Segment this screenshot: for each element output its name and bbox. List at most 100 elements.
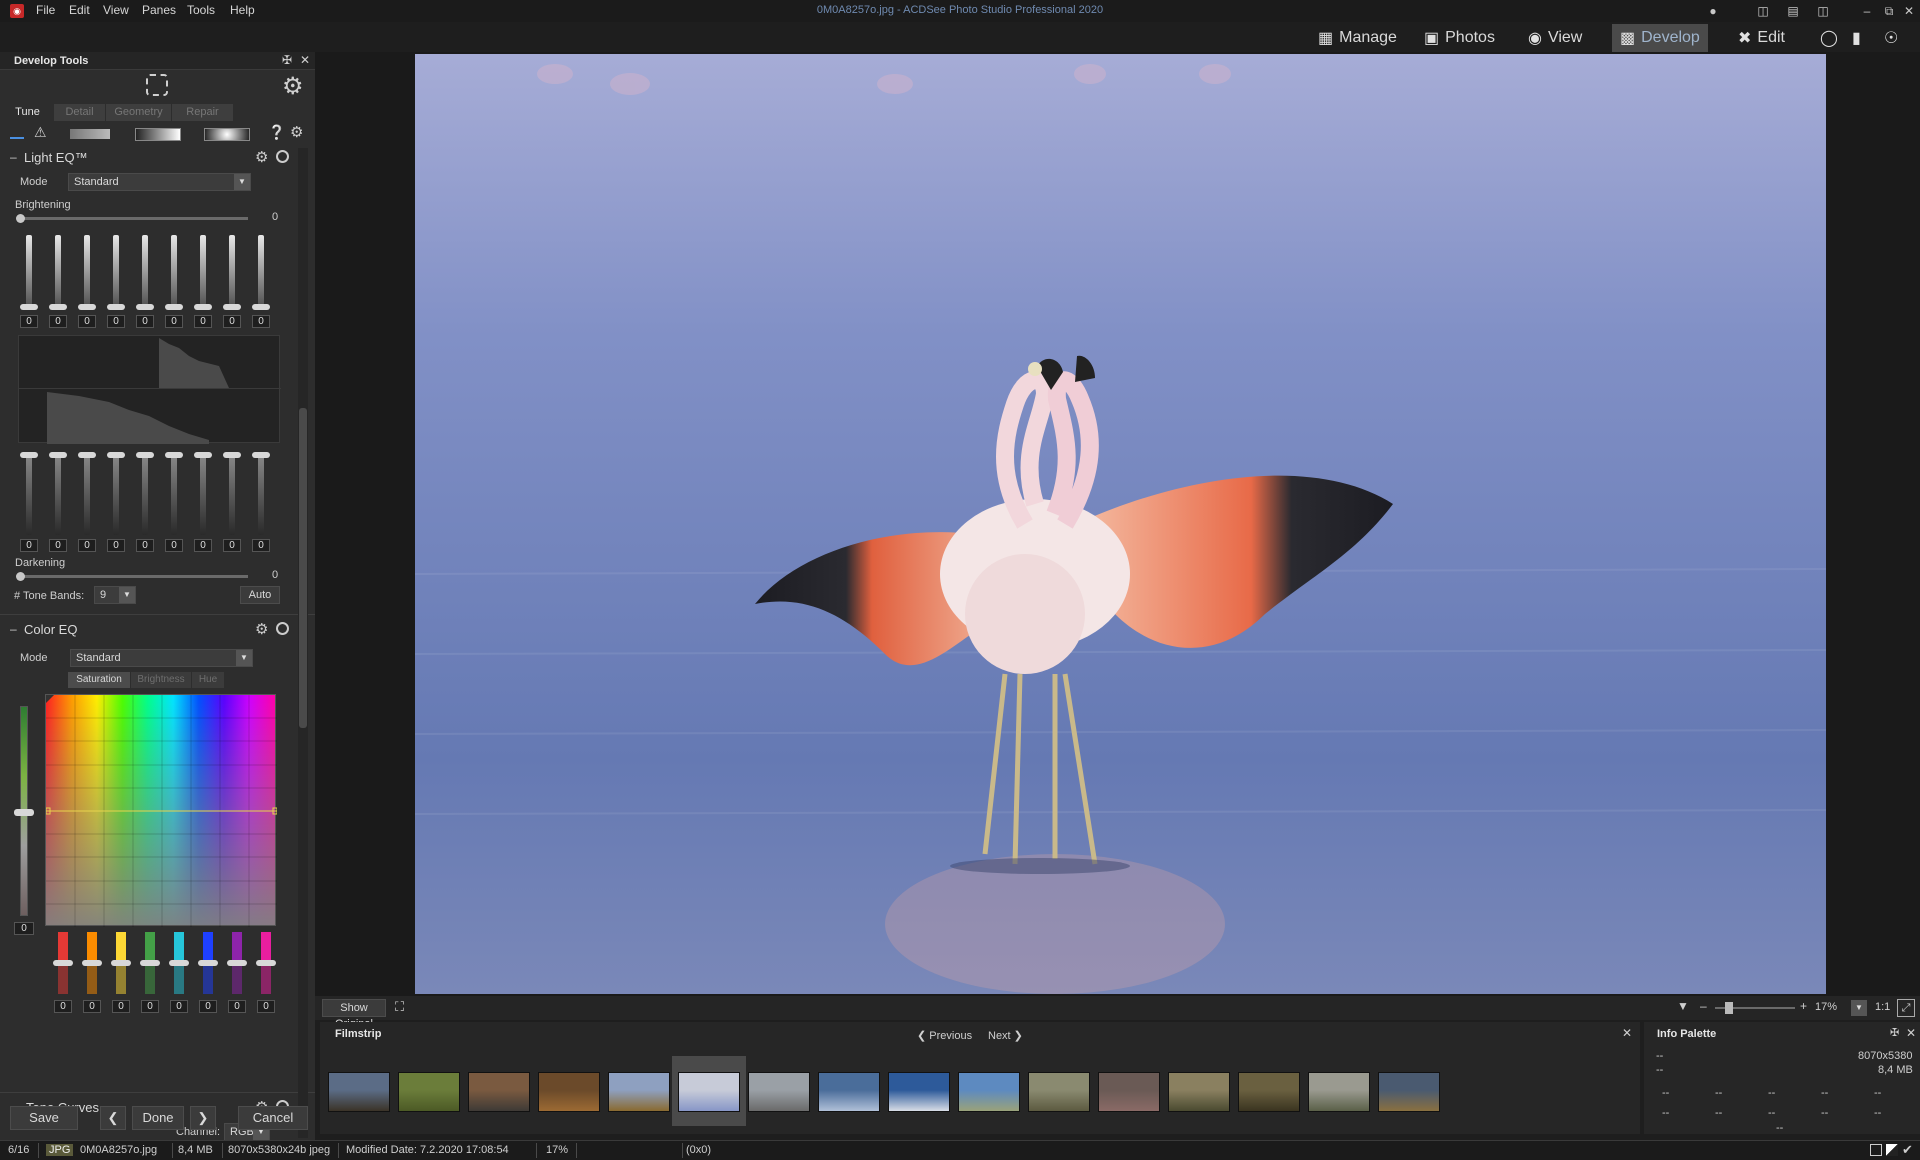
tone-band-knob[interactable] [136,452,154,458]
light-eq-toggle-icon[interactable] [276,150,289,163]
tone-band-slider[interactable] [26,235,32,305]
color-band-slider-top[interactable] [232,932,242,962]
filmstrip-thumbnail[interactable] [468,1072,530,1112]
show-original-button[interactable]: Show Original [322,999,386,1030]
color-band-knob[interactable] [111,960,131,966]
menu-edit[interactable]: Edit [69,3,90,17]
color-band-knob[interactable] [169,960,189,966]
color-band-slider-top[interactable] [203,932,213,962]
filmstrip-thumbnail[interactable] [1308,1072,1370,1112]
filmstrip-thumbnail[interactable] [1238,1072,1300,1112]
tone-band-value[interactable]: 0 [252,539,270,552]
zoom-menu-icon[interactable]: ▼ [1677,999,1689,1013]
split-view-icon[interactable] [70,129,110,139]
tone-band-knob[interactable] [20,452,38,458]
color-band-slider-top[interactable] [58,932,68,962]
tone-band-value[interactable]: 0 [194,539,212,552]
tone-band-knob[interactable] [136,304,154,310]
filmstrip-thumbnail[interactable] [538,1072,600,1112]
filmstrip-thumbnail[interactable] [1168,1072,1230,1112]
radial-gradient-icon[interactable] [204,128,250,141]
tone-band-value[interactable]: 0 [78,539,96,552]
pin-icon[interactable]: ✠ [1890,1026,1899,1039]
tone-band-slider[interactable] [113,455,119,535]
restore-icon[interactable]: ⧉ [1880,2,1898,20]
dashboard-icon[interactable]: ▮ [1844,24,1869,52]
tone-band-slider[interactable] [200,455,206,535]
layout-left-icon[interactable]: ◫ [1754,2,1772,20]
color-band-slider-bottom[interactable] [58,964,68,994]
gradient-icon[interactable] [135,128,181,141]
color-eq-graph[interactable] [45,694,277,927]
tone-band-knob[interactable] [223,452,241,458]
tone-band-value[interactable]: 0 [20,315,38,328]
brightening-slider[interactable] [18,217,248,220]
layout-bottom-icon[interactable]: ▤ [1784,2,1802,20]
minimize-icon[interactable]: – [1858,2,1876,20]
color-eq-settings-icon[interactable]: ⚙ [255,620,268,638]
tone-band-knob[interactable] [78,452,96,458]
color-band-slider-top[interactable] [261,932,271,962]
light-eq-settings-icon[interactable]: ⚙ [255,148,268,166]
help-icon[interactable]: ❔ [268,124,285,141]
tone-band-knob[interactable] [78,304,96,310]
tab-geometry[interactable]: Geometry [106,104,172,121]
panel-scrollbar[interactable] [298,148,308,1138]
preview-eye-icon[interactable]: ☉ [1876,24,1906,52]
tone-band-value[interactable]: 0 [165,539,183,552]
close-info-icon[interactable]: ✕ [1906,1026,1916,1040]
tone-band-knob[interactable] [194,452,212,458]
tone-band-value[interactable]: 0 [20,539,38,552]
warning-icon[interactable]: ⚠ [34,124,47,141]
menu-file[interactable]: File [36,3,55,17]
cancel-button[interactable]: Cancel [238,1106,308,1130]
zoom-in-icon[interactable]: + [1800,999,1807,1013]
tone-band-slider[interactable] [55,455,61,535]
tab-tune[interactable]: Tune [2,104,54,121]
filmstrip-thumbnail[interactable] [818,1072,880,1112]
tone-band-knob[interactable] [165,304,183,310]
actual-size-button[interactable]: 1:1 [1875,1001,1890,1013]
color-band-slider-top[interactable] [116,932,126,962]
subtab-brightness[interactable]: Brightness [131,672,191,688]
menu-tools[interactable]: Tools [187,3,215,17]
tone-band-slider[interactable] [84,235,90,305]
tone-band-slider[interactable] [258,235,264,305]
color-band-knob[interactable] [140,960,160,966]
tone-band-knob[interactable] [252,452,270,458]
tone-band-knob[interactable] [49,304,67,310]
color-band-slider-bottom[interactable] [261,964,271,994]
tone-band-knob[interactable] [252,304,270,310]
settings-gear-icon[interactable]: ⚙ [282,72,304,101]
color-band-knob[interactable] [227,960,247,966]
pin-icon[interactable]: ✠ [282,53,292,67]
filmstrip-thumbnail[interactable] [1028,1072,1090,1112]
done-button[interactable]: Done [132,1106,184,1130]
color-band-slider-top[interactable] [174,932,184,962]
color-band-slider-top[interactable] [145,932,155,962]
tone-band-slider[interactable] [171,235,177,305]
brightening-slider-knob[interactable] [16,214,25,223]
zoom-dropdown-icon[interactable]: ▼ [1851,1000,1867,1016]
main-photo[interactable] [415,54,1826,994]
tone-band-slider[interactable] [229,235,235,305]
color-band-value[interactable]: 0 [170,1000,188,1013]
color-eq-level-knob[interactable] [14,809,34,816]
light-eq-mode-dropdown[interactable]: Standard ▼ [68,173,251,191]
mode-manage-button[interactable]: ▦ Manage [1310,24,1405,52]
color-band-value[interactable]: 0 [83,1000,101,1013]
mode-develop-button[interactable]: ▩ Develop [1612,24,1708,52]
color-band-value[interactable]: 0 [257,1000,275,1013]
save-button[interactable]: Save [10,1106,78,1130]
tone-band-knob[interactable] [49,452,67,458]
tab-detail[interactable]: Detail [54,104,106,121]
filmstrip-thumbnail[interactable] [748,1072,810,1112]
darkening-slider-knob[interactable] [16,572,25,581]
color-band-knob[interactable] [198,960,218,966]
menu-view[interactable]: View [103,3,129,17]
tone-band-slider[interactable] [142,235,148,305]
color-band-value[interactable]: 0 [199,1000,217,1013]
app-logo-icon[interactable]: ◉ [10,4,24,18]
tone-band-knob[interactable] [223,304,241,310]
previous-image-button[interactable]: ❮ [100,1106,126,1130]
